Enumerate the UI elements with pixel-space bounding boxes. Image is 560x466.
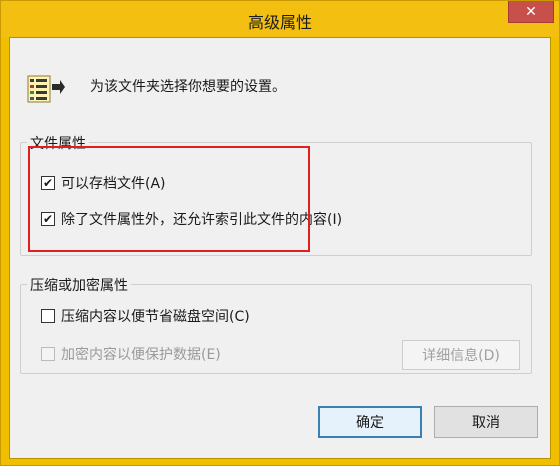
dialog-client: 为该文件夹选择你想要的设置。 文件属性 ✔ 可以存档文件(A) ✔ 除了文件属性… [9,37,551,459]
encrypt-checkbox [41,347,55,361]
details-button: 详细信息(D) [402,340,520,370]
encrypt-label: 加密内容以便保护数据(E) [61,347,221,363]
compress-encrypt-title: 压缩或加密属性 [27,275,131,295]
titlebar[interactable]: 高级属性 ✕ [1,1,559,37]
encrypt-checkbox-row: 加密内容以便保护数据(E) [41,344,221,364]
cancel-button-label: 取消 [472,415,500,431]
ok-button[interactable]: 确定 [318,406,422,438]
compress-checkbox[interactable] [41,309,55,323]
close-button[interactable]: ✕ [508,1,554,23]
compress-checkbox-row[interactable]: 压缩内容以便节省磁盘空间(C) [41,306,250,326]
window-title: 高级属性 [247,13,312,32]
folder-properties-icon [27,75,65,103]
compress-label[interactable]: 压缩内容以便节省磁盘空间(C) [61,306,250,326]
details-button-label: 详细信息(D) [422,348,500,364]
ok-button-label: 确定 [356,415,384,431]
dialog-window: 高级属性 ✕ 为该文件夹选择你想要的设置。 文件属性 ✔ 可以存档文件(A) ✔… [0,0,560,466]
close-icon: ✕ [525,3,537,20]
intro-text: 为该文件夹选择你想要的设置。 [90,79,286,95]
cancel-button[interactable]: 取消 [434,406,538,438]
red-highlight-box [28,146,310,252]
